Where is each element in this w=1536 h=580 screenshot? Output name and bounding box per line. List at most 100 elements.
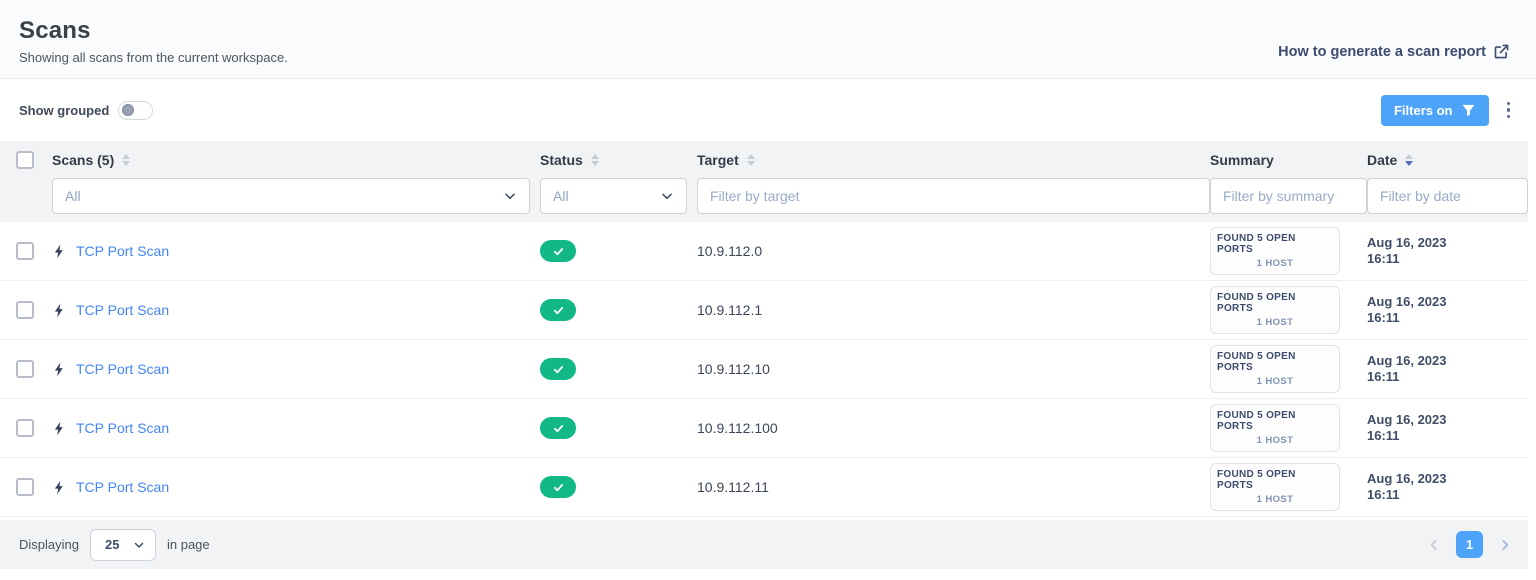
- summary-badge[interactable]: FOUND 5 OPEN PORTS 1 HOST: [1210, 286, 1340, 334]
- chevron-down-icon: [503, 189, 517, 203]
- check-icon: [553, 364, 564, 375]
- column-header-target: Target: [697, 152, 739, 168]
- lightning-bolt-icon: [52, 302, 67, 319]
- summary-open-ports: FOUND 5 OPEN PORTS: [1217, 351, 1333, 373]
- summary-hosts: 1 HOST: [1257, 494, 1294, 505]
- table-filter-row: All All: [0, 178, 1528, 222]
- summary-open-ports: FOUND 5 OPEN PORTS: [1217, 410, 1333, 432]
- summary-open-ports: FOUND 5 OPEN PORTS: [1217, 469, 1333, 491]
- page-header: Scans Showing all scans from the current…: [0, 0, 1536, 79]
- external-link-icon: [1493, 43, 1510, 60]
- status-finished-badge: [540, 358, 576, 380]
- scan-name-link[interactable]: TCP Port Scan: [76, 479, 169, 495]
- kebab-menu-icon[interactable]: [1501, 98, 1517, 123]
- page-size-select[interactable]: 25: [90, 529, 156, 561]
- scan-name-link[interactable]: TCP Port Scan: [76, 420, 169, 436]
- chevron-left-icon[interactable]: [1427, 538, 1441, 552]
- summary-badge[interactable]: FOUND 5 OPEN PORTS 1 HOST: [1210, 227, 1340, 275]
- filters-button-label: Filters on: [1394, 103, 1453, 118]
- table-body: TCP Port Scan 10.9.112.0 FOUND 5 OPEN PO…: [0, 222, 1528, 517]
- summary-open-ports: FOUND 5 OPEN PORTS: [1217, 233, 1333, 255]
- page-size-value: 25: [105, 537, 119, 552]
- scans-filter-select[interactable]: All: [52, 178, 530, 214]
- help-link-label: How to generate a scan report: [1278, 44, 1486, 60]
- summary-badge[interactable]: FOUND 5 OPEN PORTS 1 HOST: [1210, 345, 1340, 393]
- table-header-row: Scans (5) Status Target Summary Date: [0, 141, 1528, 178]
- scan-date: Aug 16, 2023: [1367, 412, 1447, 428]
- column-header-date: Date: [1367, 152, 1397, 168]
- page-number-button[interactable]: 1: [1456, 531, 1483, 558]
- scan-name-link[interactable]: TCP Port Scan: [76, 243, 169, 259]
- target-value: 10.9.112.0: [697, 243, 762, 259]
- table-row: TCP Port Scan 10.9.112.0 FOUND 5 OPEN PO…: [0, 222, 1528, 281]
- toolbar: Show grouped Filters on: [0, 79, 1536, 141]
- scan-date: Aug 16, 2023: [1367, 294, 1447, 310]
- row-checkbox[interactable]: [16, 478, 34, 496]
- status-finished-badge: [540, 417, 576, 439]
- scan-time: 16:11: [1367, 369, 1400, 385]
- target-value: 10.9.112.1: [697, 302, 762, 318]
- row-checkbox[interactable]: [16, 419, 34, 437]
- summary-open-ports: FOUND 5 OPEN PORTS: [1217, 292, 1333, 314]
- scan-name-link[interactable]: TCP Port Scan: [76, 302, 169, 318]
- table-row: TCP Port Scan 10.9.112.100 FOUND 5 OPEN …: [0, 399, 1528, 458]
- status-filter-value: All: [553, 188, 569, 204]
- summary-filter-input[interactable]: [1210, 178, 1367, 214]
- summary-hosts: 1 HOST: [1257, 258, 1294, 269]
- scan-date: Aug 16, 2023: [1367, 471, 1447, 487]
- table-row: TCP Port Scan 10.9.112.11 FOUND 5 OPEN P…: [0, 458, 1528, 517]
- show-grouped-toggle[interactable]: [118, 101, 153, 120]
- target-filter-input[interactable]: [697, 178, 1210, 214]
- toggle-knob: [122, 104, 134, 116]
- lightning-bolt-icon: [52, 479, 67, 496]
- filters-on-button[interactable]: Filters on: [1381, 95, 1489, 126]
- select-all-checkbox[interactable]: [16, 151, 34, 169]
- scan-date: Aug 16, 2023: [1367, 235, 1447, 251]
- status-finished-badge: [540, 476, 576, 498]
- scan-time: 16:11: [1367, 251, 1400, 267]
- check-icon: [553, 482, 564, 493]
- summary-hosts: 1 HOST: [1257, 376, 1294, 387]
- show-grouped-label: Show grouped: [19, 103, 109, 118]
- summary-hosts: 1 HOST: [1257, 435, 1294, 446]
- table-row: TCP Port Scan 10.9.112.10 FOUND 5 OPEN P…: [0, 340, 1528, 399]
- chevron-down-icon: [133, 539, 145, 551]
- summary-badge[interactable]: FOUND 5 OPEN PORTS 1 HOST: [1210, 404, 1340, 452]
- summary-badge[interactable]: FOUND 5 OPEN PORTS 1 HOST: [1210, 463, 1340, 511]
- scans-filter-value: All: [65, 188, 81, 204]
- scan-time: 16:11: [1367, 428, 1400, 444]
- scan-date: Aug 16, 2023: [1367, 353, 1447, 369]
- row-checkbox[interactable]: [16, 360, 34, 378]
- check-icon: [553, 246, 564, 257]
- column-header-scans: Scans (5): [52, 152, 114, 168]
- displaying-label: Displaying: [19, 537, 79, 552]
- table-footer: Displaying 25 in page 1: [0, 520, 1528, 569]
- scan-time: 16:11: [1367, 310, 1400, 326]
- sort-carets-icon[interactable]: [747, 154, 755, 166]
- status-filter-select[interactable]: All: [540, 178, 687, 214]
- scan-name-link[interactable]: TCP Port Scan: [76, 361, 169, 377]
- sort-carets-icon[interactable]: [1405, 154, 1413, 166]
- date-filter-input[interactable]: [1367, 178, 1528, 214]
- target-value: 10.9.112.100: [697, 420, 778, 436]
- check-icon: [553, 305, 564, 316]
- lightning-bolt-icon: [52, 361, 67, 378]
- sort-carets-icon[interactable]: [122, 154, 130, 166]
- scans-table: Scans (5) Status Target Summary Date All: [0, 141, 1528, 569]
- chevron-down-icon: [660, 189, 674, 203]
- chevron-right-icon[interactable]: [1498, 538, 1512, 552]
- sort-carets-icon[interactable]: [591, 154, 599, 166]
- summary-hosts: 1 HOST: [1257, 317, 1294, 328]
- column-header-status: Status: [540, 152, 583, 168]
- filter-funnel-icon: [1461, 103, 1476, 118]
- help-link[interactable]: How to generate a scan report: [1278, 43, 1510, 60]
- target-value: 10.9.112.11: [697, 479, 769, 495]
- scan-time: 16:11: [1367, 487, 1400, 503]
- page-title: Scans: [19, 17, 1510, 45]
- pagination: 1: [1427, 531, 1512, 558]
- row-checkbox[interactable]: [16, 242, 34, 260]
- column-header-summary: Summary: [1210, 152, 1274, 168]
- check-icon: [553, 423, 564, 434]
- row-checkbox[interactable]: [16, 301, 34, 319]
- target-value: 10.9.112.10: [697, 361, 770, 377]
